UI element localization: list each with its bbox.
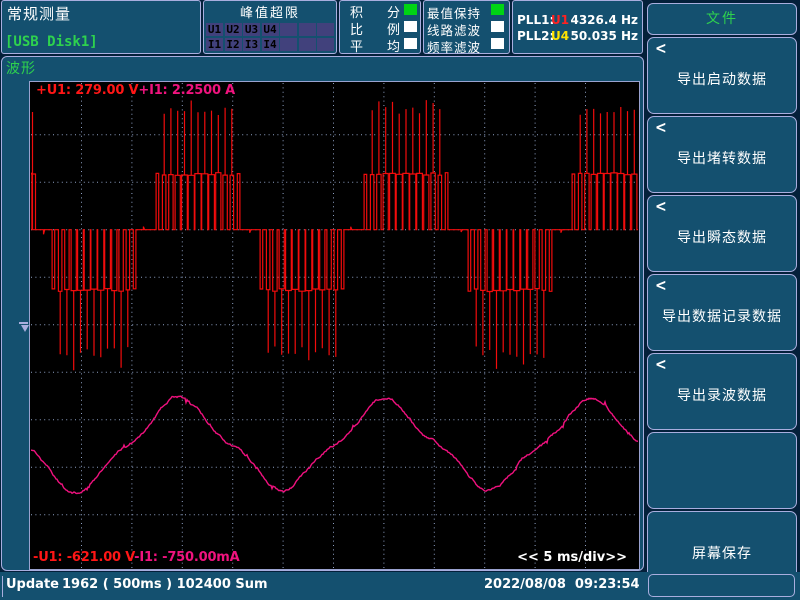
- mode-row: 平 均: [340, 36, 420, 53]
- trigger-marker-icon: [19, 322, 28, 334]
- sidebar-button[interactable]: < 导出瞬态数据: [647, 195, 797, 272]
- peak-indicator-cell: U3: [243, 23, 260, 36]
- filter-panel: 最值保持 线路滤波 频率滤波: [423, 0, 510, 54]
- back-arrow-icon: <: [655, 277, 667, 295]
- peak-indicator-cell: [299, 23, 316, 36]
- pll-name-label: PLL2:: [517, 29, 551, 43]
- mode-char-1: 平: [350, 36, 363, 55]
- peak-indicator-row: U1 U2 U3 U4: [206, 23, 334, 36]
- mode-char-2: 均: [387, 36, 400, 55]
- measurement-mode-panel: 常规测量 [USB Disk1]: [1, 0, 201, 54]
- peak-indicator-grid: U1 U2 U3 U4: [204, 21, 336, 51]
- waveform-plot: +U1: 279.00 V+I1: 2.2500 A -U1: -621.00 …: [29, 81, 640, 570]
- filter-label: 频率滤波: [427, 37, 481, 56]
- sidebar-button-label: 导出瞬态数据: [648, 227, 796, 247]
- sidebar-button-label: 屏幕保存: [648, 543, 796, 563]
- peak-indicator-cell: [299, 38, 316, 51]
- filter-row: 最值保持: [424, 2, 509, 19]
- sidebar-button[interactable]: < 导出录波数据: [647, 353, 797, 430]
- waveform-panel-title: 波形: [6, 58, 36, 78]
- sidebar-button-label: 导出数据记录数据: [648, 306, 796, 326]
- usb-disk-status: [USB Disk1]: [5, 34, 98, 50]
- waveform-canvas: [31, 83, 638, 568]
- sidebar-button[interactable]: <: [647, 432, 797, 509]
- back-arrow-icon: <: [655, 356, 667, 374]
- filter-row: 线路滤波: [424, 19, 509, 36]
- pll-source-label: U1: [551, 13, 570, 27]
- mode-row: 比 例: [340, 19, 420, 36]
- statusbar-left-tick: [2, 576, 3, 597]
- sidebar-title-file: 文件: [647, 3, 797, 35]
- upper-scale-labels: +U1: 279.00 V+I1: 2.2500 A: [36, 83, 235, 98]
- peak-indicator-cell: I2: [225, 38, 242, 51]
- pll-frequency-value: 4326.4 Hz: [570, 13, 638, 27]
- filter-indicator-square: [491, 21, 504, 32]
- peak-indicator-cell: [317, 23, 334, 36]
- status-bar: Update 1962 ( 500ms ) 102400 Sum 2022/08…: [0, 572, 800, 600]
- i1-window-top-label: +I1: 2.2500 A: [138, 83, 235, 98]
- pll-name-label: PLL1:: [517, 13, 551, 27]
- peak-over-limit-title: 峰值超限: [204, 2, 336, 21]
- sidebar-button-label: 导出启动数据: [648, 69, 796, 89]
- mode-row: 积 分: [340, 2, 420, 19]
- pll-frequency-value: 50.035 Hz: [570, 29, 638, 43]
- integration-mode-panel: 积 分 比 例 平 均: [339, 0, 421, 54]
- lower-scale-labels: -U1: -621.00 V-I1: -750.00mA: [33, 550, 240, 565]
- back-arrow-icon: <: [655, 198, 667, 216]
- back-arrow-icon: <: [655, 40, 667, 58]
- peak-indicator-cell: U1: [206, 23, 223, 36]
- filter-indicator-square: [491, 38, 504, 49]
- timebase-label: << 5 ms/div>>: [517, 550, 627, 565]
- u1-window-bottom-label: -U1: -621.00 V: [33, 550, 134, 565]
- pll-row: PLL2: U4 50.035 Hz: [517, 28, 638, 44]
- filter-indicator-square: [491, 4, 504, 15]
- sidebar-button[interactable]: < 导出启动数据: [647, 37, 797, 114]
- i1-window-bottom-label: -I1: -750.00mA: [134, 550, 239, 565]
- peak-indicator-row: I1 I2 I3 I4: [206, 38, 334, 51]
- peak-over-limit-panel: 峰值超限 U1 U2 U3 U4: [203, 0, 337, 54]
- mode-indicator-square: [404, 38, 417, 49]
- sidebar-button[interactable]: < 导出堵转数据: [647, 116, 797, 193]
- back-arrow-icon: <: [655, 119, 667, 137]
- sidebar-button-label: 导出堵转数据: [648, 148, 796, 168]
- sidebar-buttons: < 导出启动数据 < 导出堵转数据 < 导出瞬态数据 < 导出数据记录数据: [647, 37, 797, 590]
- peak-indicator-cell: I1: [206, 38, 223, 51]
- u1-window-top-label: +U1: 279.00 V: [36, 83, 138, 98]
- update-label: Update: [6, 577, 59, 592]
- peak-indicator-cell: I4: [262, 38, 279, 51]
- peak-indicator-cell: [280, 38, 297, 51]
- peak-indicator-cell: [280, 23, 297, 36]
- softkey-sidebar: 文件 < 导出启动数据 < 导出堵转数据 < 导出瞬态数据: [646, 0, 800, 600]
- peak-indicator-cell: U4: [262, 23, 279, 36]
- statusbar-right-box: [648, 574, 795, 597]
- pll-row: PLL1: U1 4326.4 Hz: [517, 12, 638, 28]
- peak-indicator-cell: [317, 38, 334, 51]
- peak-indicator-cell: U2: [225, 23, 242, 36]
- measurement-mode-label: 常规测量: [7, 3, 71, 24]
- sidebar-button[interactable]: < 导出数据记录数据: [647, 274, 797, 351]
- pll-source-label: U4: [551, 29, 570, 43]
- pll-panel: PLL1: U1 4326.4 Hz PLL2: U4 50.035 Hz: [512, 0, 643, 54]
- mode-indicator-square: [404, 4, 417, 15]
- datetime-label: 2022/08/08 09:23:54: [484, 577, 640, 592]
- filter-row: 频率滤波: [424, 36, 509, 53]
- analyzer-screen: 常规测量 [USB Disk1] 峰值超限 U1 U2 U3 U4: [0, 0, 800, 600]
- sidebar-button-label: 导出录波数据: [648, 385, 796, 405]
- waveform-panel: 波形 +U1: 279.00 V+I1: 2.2500 A -U1: -621.…: [1, 56, 644, 571]
- peak-indicator-cell: I3: [243, 38, 260, 51]
- update-count-value: 1962 ( 500ms ) 102400 Sum: [62, 577, 268, 592]
- mode-indicator-square: [404, 21, 417, 32]
